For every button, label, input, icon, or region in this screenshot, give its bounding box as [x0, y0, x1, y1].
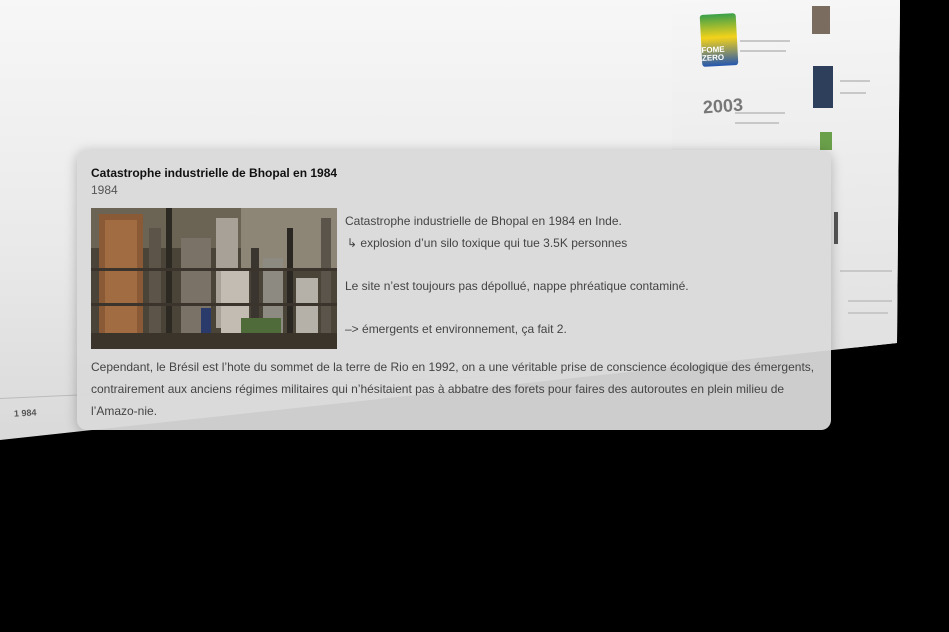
- background-text-line: [735, 112, 785, 114]
- event-continued-text: Cependant, le Brésil est l’hote du somme…: [91, 360, 815, 418]
- background-thumbnail-4: [834, 212, 838, 244]
- event-description: Catastrophe industrielle de Bhopal en 19…: [345, 210, 815, 340]
- background-text-line: [740, 50, 786, 52]
- description-line-1: Catastrophe industrielle de Bhopal en 19…: [345, 214, 622, 228]
- factory-ruins-image: [91, 208, 337, 349]
- fome-zero-thumbnail: FOME ZERO: [699, 13, 739, 67]
- description-line-2: ↳ explosion d’un silo toxique qui tue 3.…: [347, 236, 628, 250]
- event-popup-card[interactable]: Catastrophe industrielle de Bhopal en 19…: [77, 150, 831, 430]
- background-thumbnail-3: [820, 132, 832, 150]
- description-line-4: Le site n’est toujours pas dépollué, nap…: [345, 279, 689, 293]
- background-text-line: [848, 300, 892, 302]
- year-2003-label: 2003: [702, 94, 744, 118]
- event-year: 1984: [91, 183, 118, 197]
- background-text-line: [840, 270, 892, 272]
- background-text-line: [840, 92, 866, 94]
- background-thumbnail-2: [813, 66, 833, 108]
- background-text-line: [848, 312, 888, 314]
- thumbnail-label: FOME ZERO: [701, 44, 725, 63]
- bhopal-factory-photo: [91, 208, 337, 349]
- background-thumbnail-1: [812, 6, 830, 34]
- background-text-line: [735, 122, 779, 124]
- background-text-line: [840, 80, 870, 82]
- event-title: Catastrophe industrielle de Bhopal en 19…: [91, 166, 338, 180]
- background-text-line: [740, 40, 790, 42]
- timeline-year-label: 1 984: [13, 407, 37, 419]
- description-line-6: –> émergents et environnement, ça fait 2…: [345, 322, 567, 336]
